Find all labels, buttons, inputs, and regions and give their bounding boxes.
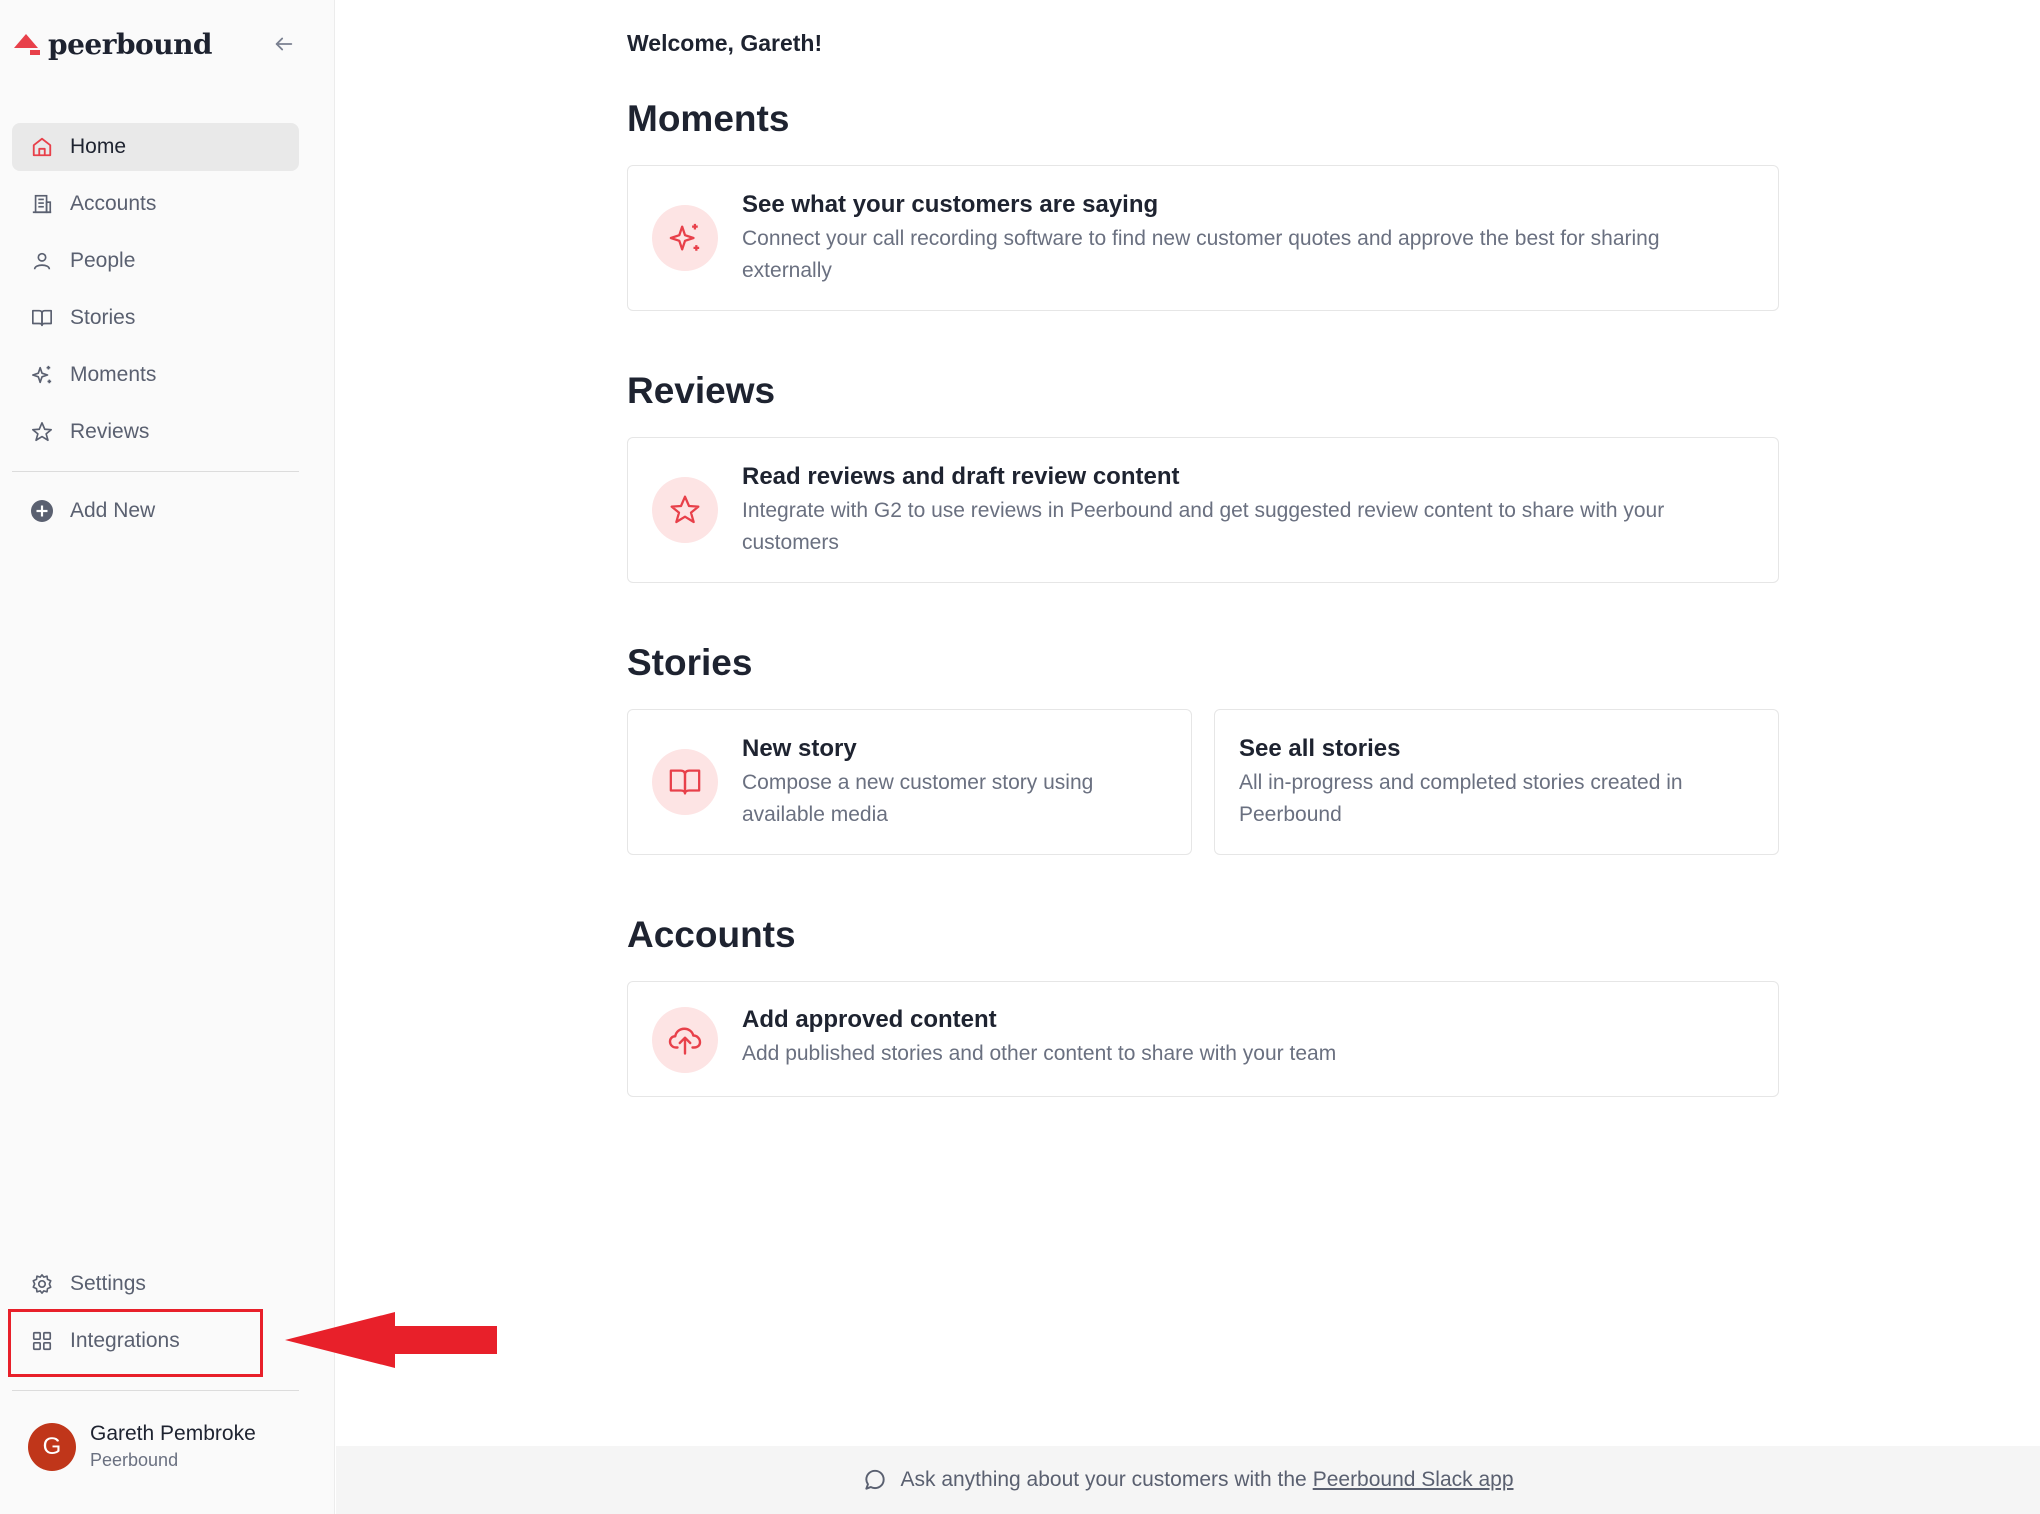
new-story-card[interactable]: New story Compose a new customer story u… <box>627 709 1192 855</box>
brand-name: peerbound <box>48 28 213 61</box>
welcome-heading: Welcome, Gareth! <box>627 30 823 56</box>
book-icon <box>30 306 54 330</box>
sidebar-item-label: Home <box>70 135 127 158</box>
card-description: Compose a new customer story using avail… <box>742 771 1094 826</box>
stories-section-title: Stories <box>627 642 753 683</box>
sidebar-item-accounts[interactable]: Accounts <box>12 180 299 228</box>
user-name: Gareth Pembroke <box>90 1422 256 1445</box>
sidebar-item-home[interactable]: Home <box>12 123 299 171</box>
sidebar-item-moments[interactable]: Moments <box>12 351 299 399</box>
card-title: Read reviews and draft review content <box>742 463 1180 490</box>
reviews-card[interactable]: Read reviews and draft review content In… <box>627 437 1779 583</box>
sidebar-item-label: Stories <box>70 306 136 329</box>
card-description: Integrate with G2 to use reviews in Peer… <box>742 499 1665 554</box>
sparkles-icon <box>652 205 718 271</box>
card-title: See what your customers are saying <box>742 191 1159 218</box>
slack-app-link[interactable]: Peerbound Slack app <box>1313 1468 1514 1492</box>
footer-bar: Ask anything about your customers with t… <box>336 1446 2040 1514</box>
chat-bubble-icon <box>865 1469 886 1490</box>
accounts-card[interactable]: Add approved content Add published stori… <box>627 981 1779 1097</box>
user-org: Peerbound <box>90 1450 179 1470</box>
moments-card[interactable]: See what your customers are saying Conne… <box>627 165 1779 311</box>
sidebar: peerbound Home Accounts People Stories M… <box>0 0 335 1514</box>
sidebar-item-label: Settings <box>70 1272 146 1295</box>
annotation-highlight-box <box>8 1309 263 1377</box>
star-icon <box>30 420 54 444</box>
accounts-section-title: Accounts <box>627 914 796 955</box>
see-all-stories-card[interactable]: See all stories All in-progress and comp… <box>1214 709 1779 855</box>
user-profile[interactable]: G Gareth Pembroke Peerbound <box>28 1422 256 1471</box>
plus-circle-icon <box>30 499 54 523</box>
sidebar-item-stories[interactable]: Stories <box>12 294 299 342</box>
sidebar-item-label: Reviews <box>70 420 150 443</box>
star-icon <box>652 477 718 543</box>
card-description: Connect your call recording software to … <box>742 227 1660 282</box>
add-new-button[interactable]: Add New <box>12 487 299 535</box>
moments-section-title: Moments <box>627 98 790 139</box>
card-description: Add published stories and other content … <box>742 1042 1337 1065</box>
gear-icon <box>30 1272 54 1296</box>
add-new-label: Add New <box>70 499 156 522</box>
sidebar-item-people[interactable]: People <box>12 237 299 285</box>
book-icon <box>652 749 718 815</box>
arrow-left-icon <box>275 37 293 51</box>
cloud-upload-icon <box>652 1007 718 1073</box>
sidebar-actions: Add New <box>12 487 299 544</box>
sidebar-divider <box>12 1390 299 1391</box>
sparkles-icon <box>30 363 54 387</box>
sidebar-item-settings[interactable]: Settings <box>12 1260 299 1308</box>
collapse-sidebar-button[interactable] <box>268 28 300 60</box>
logo-mark-icon <box>14 33 40 55</box>
home-icon <box>30 135 54 159</box>
card-title: Add approved content <box>742 1006 997 1033</box>
sidebar-item-reviews[interactable]: Reviews <box>12 408 299 456</box>
sidebar-item-label: People <box>70 249 136 272</box>
card-title: New story <box>742 735 857 762</box>
avatar: G <box>28 1422 76 1471</box>
card-title: See all stories <box>1239 735 1401 762</box>
card-description: All in-progress and completed stories cr… <box>1239 771 1683 826</box>
annotation-arrow-icon <box>285 1312 497 1368</box>
peerbound-logo[interactable]: peerbound <box>12 28 213 61</box>
sidebar-nav: Home Accounts People Stories Moments Rev… <box>12 123 299 465</box>
sidebar-divider <box>12 471 299 472</box>
building-icon <box>30 192 54 216</box>
footer-text: Ask anything about your customers with t… <box>900 1468 1307 1491</box>
reviews-section-title: Reviews <box>627 370 776 411</box>
person-icon <box>30 249 54 273</box>
sidebar-item-label: Accounts <box>70 192 157 215</box>
sidebar-item-label: Moments <box>70 363 157 386</box>
